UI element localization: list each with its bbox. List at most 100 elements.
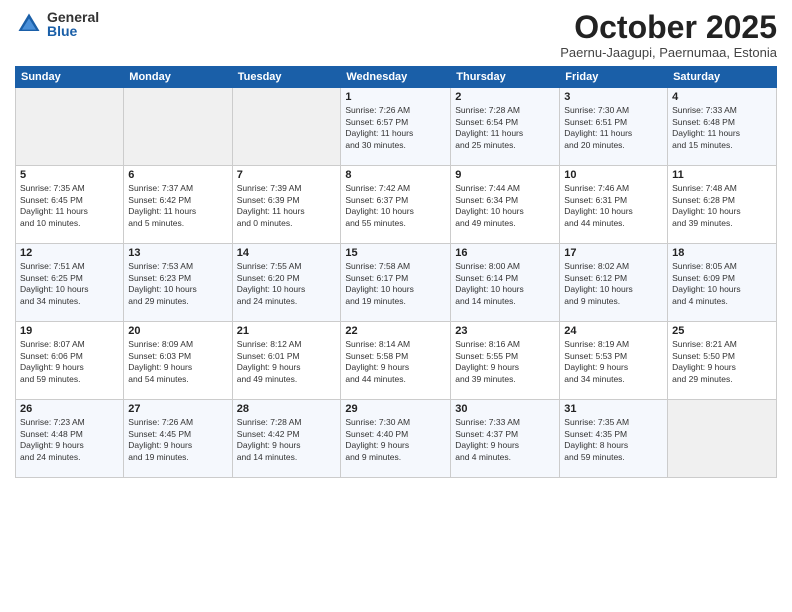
day-header-monday: Monday: [124, 67, 232, 88]
calendar-cell: 26 Sunrise: 7:23 AM Sunset: 4:48 PM Dayli…: [16, 400, 124, 478]
day-info: Sunrise: 7:48 AM Sunset: 6:28 PM Dayligh…: [672, 183, 772, 229]
calendar-cell: 28Sunrise: 7:28 AM Sunset: 4:42 PM Dayli…: [232, 400, 341, 478]
day-info: Sunrise: 7:42 AM Sunset: 6:37 PM Dayligh…: [345, 183, 446, 229]
day-number: 25: [672, 325, 772, 337]
day-number: 5: [20, 169, 119, 181]
calendar-cell: 2Sunrise: 7:28 AM Sunset: 6:54 PM Daylig…: [451, 88, 560, 166]
logo-text: General Blue: [47, 10, 99, 38]
day-info: Sunrise: 8:05 AM Sunset: 6:09 PM Dayligh…: [672, 261, 772, 307]
day-number: 7: [237, 169, 337, 181]
day-info: Sunrise: 7:28 AM Sunset: 4:42 PM Dayligh…: [237, 417, 337, 463]
title-block: October 2025 Paernu-Jaagupi, Paernumaa, …: [560, 10, 777, 60]
day-info: Sunrise: 7:37 AM Sunset: 6:42 PM Dayligh…: [128, 183, 227, 229]
day-info: Sunrise: 7:55 AM Sunset: 6:20 PM Dayligh…: [237, 261, 337, 307]
day-number: 29: [345, 403, 446, 415]
day-number: 27: [128, 403, 227, 415]
day-info: Sunrise: 7:23 AM Sunset: 4:48 PM Dayligh…: [20, 417, 119, 463]
day-number: 10: [564, 169, 663, 181]
day-info: Sunrise: 7:30 AM Sunset: 4:40 PM Dayligh…: [345, 417, 446, 463]
calendar-page: General Blue October 2025 Paernu-Jaagupi…: [0, 0, 792, 612]
day-number: 8: [345, 169, 446, 181]
day-info: Sunrise: 7:33 AM Sunset: 4:37 PM Dayligh…: [455, 417, 555, 463]
location: Paernu-Jaagupi, Paernumaa, Estonia: [560, 45, 777, 60]
day-info: Sunrise: 7:33 AM Sunset: 6:48 PM Dayligh…: [672, 105, 772, 151]
calendar-header-row: SundayMondayTuesdayWednesdayThursdayFrid…: [16, 67, 777, 88]
day-number: 15: [345, 247, 446, 259]
calendar-cell: 29 Sunrise: 7:30 AM Sunset: 4:40 PM Dayli…: [341, 400, 451, 478]
day-number: 23: [455, 325, 555, 337]
calendar-cell: 27 Sunrise: 7:26 AM Sunset: 4:45 PM Dayli…: [124, 400, 232, 478]
day-info: Sunrise: 7:58 AM Sunset: 6:17 PM Dayligh…: [345, 261, 446, 307]
calendar-cell: 5 Sunrise: 7:35 AM Sunset: 6:45 PM Daylig…: [16, 166, 124, 244]
day-number: 30: [455, 403, 555, 415]
day-info: Sunrise: 8:00 AM Sunset: 6:14 PM Dayligh…: [455, 261, 555, 307]
day-info: Sunrise: 7:44 AM Sunset: 6:34 PM Dayligh…: [455, 183, 555, 229]
day-info: Sunrise: 8:19 AM Sunset: 5:53 PM Dayligh…: [564, 339, 663, 385]
day-info: Sunrise: 7:39 AM Sunset: 6:39 PM Dayligh…: [237, 183, 337, 229]
calendar-cell: [16, 88, 124, 166]
day-number: 1: [345, 91, 446, 103]
day-info: Sunrise: 8:02 AM Sunset: 6:12 PM Dayligh…: [564, 261, 663, 307]
calendar-week-5: 26 Sunrise: 7:23 AM Sunset: 4:48 PM Dayli…: [16, 400, 777, 478]
day-number: 17: [564, 247, 663, 259]
day-number: 31: [564, 403, 663, 415]
calendar-cell: 11Sunrise: 7:48 AM Sunset: 6:28 PM Dayli…: [668, 166, 777, 244]
calendar-cell: 7 Sunrise: 7:39 AM Sunset: 6:39 PM Daylig…: [232, 166, 341, 244]
day-number: 2: [455, 91, 555, 103]
day-info: Sunrise: 8:21 AM Sunset: 5:50 PM Dayligh…: [672, 339, 772, 385]
day-number: 18: [672, 247, 772, 259]
calendar-cell: 21 Sunrise: 8:12 AM Sunset: 6:01 PM Dayli…: [232, 322, 341, 400]
logo-blue: Blue: [47, 24, 99, 38]
calendar-cell: 13 Sunrise: 7:53 AM Sunset: 6:23 PM Dayli…: [124, 244, 232, 322]
day-number: 13: [128, 247, 227, 259]
day-number: 24: [564, 325, 663, 337]
day-number: 26: [20, 403, 119, 415]
day-info: Sunrise: 8:09 AM Sunset: 6:03 PM Dayligh…: [128, 339, 227, 385]
day-header-thursday: Thursday: [451, 67, 560, 88]
day-info: Sunrise: 7:51 AM Sunset: 6:25 PM Dayligh…: [20, 261, 119, 307]
calendar-cell: 8 Sunrise: 7:42 AM Sunset: 6:37 PM Daylig…: [341, 166, 451, 244]
day-info: Sunrise: 7:30 AM Sunset: 6:51 PM Dayligh…: [564, 105, 663, 151]
calendar-cell: 4 Sunrise: 7:33 AM Sunset: 6:48 PM Daylig…: [668, 88, 777, 166]
calendar-cell: 22Sunrise: 8:14 AM Sunset: 5:58 PM Dayli…: [341, 322, 451, 400]
calendar-week-3: 12 Sunrise: 7:51 AM Sunset: 6:25 PM Dayli…: [16, 244, 777, 322]
calendar-cell: 25 Sunrise: 8:21 AM Sunset: 5:50 PM Dayli…: [668, 322, 777, 400]
day-info: Sunrise: 7:26 AM Sunset: 4:45 PM Dayligh…: [128, 417, 227, 463]
day-number: 4: [672, 91, 772, 103]
calendar-cell: 30 Sunrise: 7:33 AM Sunset: 4:37 PM Dayli…: [451, 400, 560, 478]
day-number: 6: [128, 169, 227, 181]
calendar-cell: 20Sunrise: 8:09 AM Sunset: 6:03 PM Dayli…: [124, 322, 232, 400]
day-header-friday: Friday: [560, 67, 668, 88]
calendar-cell: [232, 88, 341, 166]
calendar-week-4: 19Sunrise: 8:07 AM Sunset: 6:06 PM Dayli…: [16, 322, 777, 400]
day-header-saturday: Saturday: [668, 67, 777, 88]
day-number: 12: [20, 247, 119, 259]
logo-general: General: [47, 10, 99, 24]
day-number: 9: [455, 169, 555, 181]
calendar-week-2: 5 Sunrise: 7:35 AM Sunset: 6:45 PM Daylig…: [16, 166, 777, 244]
calendar-cell: 1 Sunrise: 7:26 AM Sunset: 6:57 PM Daylig…: [341, 88, 451, 166]
day-header-sunday: Sunday: [16, 67, 124, 88]
day-info: Sunrise: 8:12 AM Sunset: 6:01 PM Dayligh…: [237, 339, 337, 385]
day-header-wednesday: Wednesday: [341, 67, 451, 88]
logo: General Blue: [15, 10, 99, 38]
day-info: Sunrise: 7:53 AM Sunset: 6:23 PM Dayligh…: [128, 261, 227, 307]
day-number: 3: [564, 91, 663, 103]
day-header-tuesday: Tuesday: [232, 67, 341, 88]
day-number: 21: [237, 325, 337, 337]
calendar-cell: [668, 400, 777, 478]
day-info: Sunrise: 7:35 AM Sunset: 6:45 PM Dayligh…: [20, 183, 119, 229]
calendar-week-1: 1 Sunrise: 7:26 AM Sunset: 6:57 PM Daylig…: [16, 88, 777, 166]
calendar-cell: 19Sunrise: 8:07 AM Sunset: 6:06 PM Dayli…: [16, 322, 124, 400]
logo-icon: [15, 10, 43, 38]
calendar-cell: 16Sunrise: 8:00 AM Sunset: 6:14 PM Dayli…: [451, 244, 560, 322]
header: General Blue October 2025 Paernu-Jaagupi…: [15, 10, 777, 60]
calendar-cell: 15 Sunrise: 7:58 AM Sunset: 6:17 PM Dayli…: [341, 244, 451, 322]
day-info: Sunrise: 7:26 AM Sunset: 6:57 PM Dayligh…: [345, 105, 446, 151]
calendar-cell: 12 Sunrise: 7:51 AM Sunset: 6:25 PM Dayli…: [16, 244, 124, 322]
day-info: Sunrise: 8:16 AM Sunset: 5:55 PM Dayligh…: [455, 339, 555, 385]
day-number: 19: [20, 325, 119, 337]
calendar-cell: 17 Sunrise: 8:02 AM Sunset: 6:12 PM Dayli…: [560, 244, 668, 322]
day-number: 14: [237, 247, 337, 259]
calendar-cell: 10Sunrise: 7:46 AM Sunset: 6:31 PM Dayli…: [560, 166, 668, 244]
